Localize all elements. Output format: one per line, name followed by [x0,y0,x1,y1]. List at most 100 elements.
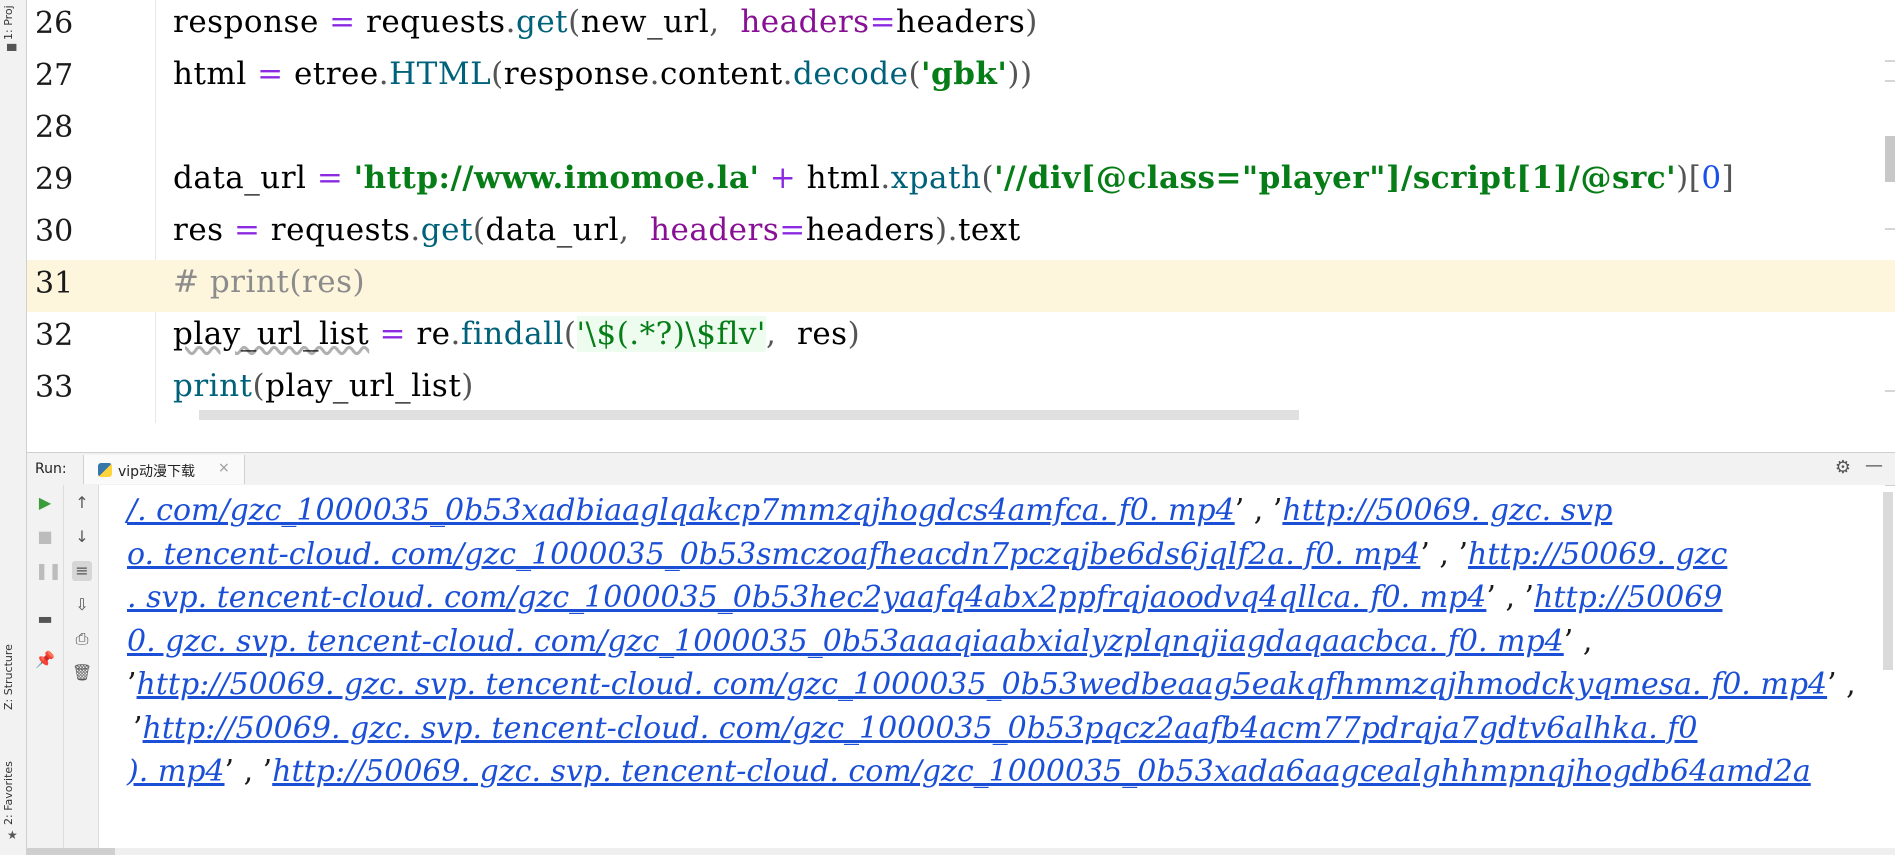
console-separator: ’ , ’ [1420,536,1469,572]
code-line[interactable]: 27 html = etree.HTML(response.content.dec… [27,52,1895,104]
code-text[interactable]: print(play_url_list) [173,368,474,404]
code-token: + [759,160,807,196]
code-token: , [765,316,798,352]
layout-icon[interactable]: ▬ [35,609,55,629]
code-token: headers [805,212,935,248]
code-line[interactable]: 26 response = requests.get(new_url, heade… [27,0,1895,52]
code-line[interactable]: 30 res = requests.get(data_url, headers=h… [27,208,1895,260]
code-token: ( [472,212,486,248]
code-token: . [378,56,390,92]
code-token: = [779,212,806,248]
console-line: o. tencent-cloud. com/gzc_1000035_0b53sm… [127,537,1727,572]
gear-icon[interactable]: ⚙ [1835,457,1851,478]
code-token: ) [1025,4,1038,40]
code-token: res [173,212,234,248]
pin-icon[interactable]: 📌 [35,650,55,670]
code-text[interactable]: html = etree.HTML(response.content.decod… [173,56,1033,92]
console-url-link[interactable]: o. tencent-cloud. com/gzc_1000035_0b53sm… [127,537,1420,572]
code-token: etree [293,56,379,92]
error-stripe-mark[interactable] [1885,228,1895,230]
code-text[interactable]: # print(res) [173,264,365,300]
error-stripe-mark[interactable] [1885,80,1895,82]
error-stripe-mark[interactable] [1885,60,1895,62]
console-url-link[interactable]: http://50069. gzc. svp. tencent-cloud. c… [272,754,1811,789]
console-url-link[interactable]: . svp. tencent-cloud. com/gzc_1000035_0b… [127,580,1486,615]
print-icon[interactable]: ⎙ [72,629,92,649]
console-output[interactable]: /. com/gzc_1000035_0b53xadbiaaglqakcp7mm… [99,485,1885,847]
code-text[interactable]: res = requests.get(data_url, headers=hea… [173,212,1021,248]
line-number: 33 [35,370,74,405]
console-separator: ’ , ’ [224,754,273,789]
run-config-tab[interactable]: vip动漫下载 × [83,455,245,484]
favorites-tool-button[interactable]: 2: Favorites [2,761,15,825]
code-token: '//div[@class="player"]/script[1]/@src' [994,160,1677,196]
editor-horizontal-scrollbar[interactable] [199,410,1299,420]
stop-icon[interactable]: ■ [35,527,55,547]
code-token: play_url_list [173,316,370,352]
trash-icon[interactable]: 🗑 [72,663,92,683]
console-horizontal-scrollbar[interactable] [27,848,1895,855]
code-token: ) [847,316,861,352]
run-tool-window-header: Run: vip动漫下载 × ⚙ — [27,452,1895,486]
code-line[interactable]: 28 [27,104,1895,156]
code-token: # print(res) [173,264,366,300]
code-token: )[ [1676,160,1702,196]
code-token: response [173,4,330,40]
code-line[interactable]: 29 data_url = 'http://www.imomoe.la' + ht… [27,156,1895,208]
console-url-link[interactable]: ). mp4 [127,754,225,789]
code-token: HTML [389,56,492,92]
run-label: Run: [35,461,67,477]
code-token: ( [981,160,995,196]
error-stripe-mark[interactable] [1885,390,1895,392]
console-url-link[interactable]: http://50069. gzc. svp [1282,493,1612,528]
run-tab-name: vip动漫下载 [118,464,196,480]
console-url-link[interactable]: /. com/gzc_1000035_0b53xadbiaaglqakcp7mm… [127,493,1235,528]
code-token: headers [740,4,870,40]
scrollbar-thumb[interactable] [27,848,115,855]
console-line: ’http://50069. gzc. svp. tencent-cloud. … [133,711,1698,746]
console-separator: ’ , [1563,623,1593,659]
code-token: data_url [173,160,317,196]
code-text[interactable]: play_url_list = re.findall('\$(.*?)\$flv… [173,316,860,352]
rerun-icon[interactable]: ▶ [35,493,55,513]
code-editor[interactable]: 26 response = requests.get(new_url, heade… [27,0,1895,452]
code-token: = [233,212,271,248]
scroll-to-end-icon[interactable]: ⇩ [72,595,92,615]
console-url-link[interactable]: http://50069. gzc. svp. tencent-cloud. c… [143,711,1698,746]
line-number: 27 [35,58,74,93]
console-url-link[interactable]: http://50069. gzc. svp. tencent-cloud. c… [137,667,1828,702]
code-token: new_url [580,4,710,40]
console-line: ). mp4’ , ’http://50069. gzc. svp. tence… [127,754,1811,789]
code-token: = [257,56,294,92]
project-tool-button[interactable]: 1: Proj [2,5,15,40]
code-token: ) [934,212,948,248]
console-line: /. com/gzc_1000035_0b53xadbiaaglqakcp7mm… [127,493,1612,528]
star-icon: ★ [7,828,18,842]
code-token: print [173,368,253,404]
code-text[interactable]: response = requests.get(new_url, headers… [173,4,1038,40]
pause-icon[interactable]: ❚❚ [35,561,62,581]
code-line[interactable]: 31 # print(res) [27,260,1895,312]
arrow-down-icon[interactable]: ↓ [72,527,92,547]
code-text[interactable]: data_url = 'http://www.imomoe.la' + html… [173,160,1734,196]
editor-vertical-scrollbar[interactable] [1885,136,1895,182]
code-token: text [957,212,1021,248]
minimize-icon[interactable]: — [1865,455,1883,476]
console-url-link[interactable]: http://50069 [1534,580,1722,615]
console-vertical-scrollbar[interactable] [1883,492,1893,670]
code-token: xpath [890,160,982,196]
code-token: findall [460,316,564,352]
close-icon[interactable]: × [218,460,230,476]
python-icon [98,463,112,477]
line-number: 32 [35,318,74,353]
line-number: 29 [35,162,74,197]
structure-tool-button[interactable]: Z: Structure [2,644,15,710]
console-url-link[interactable]: http://50069. gzc [1468,537,1727,572]
line-number: 28 [35,110,74,145]
soft-wrap-icon[interactable]: ≡ [72,561,92,581]
code-line[interactable]: 33 print(play_url_list) [27,364,1895,416]
console-url-link[interactable]: 0. gzc. svp. tencent-cloud. com/gzc_1000… [127,624,1564,659]
code-line[interactable]: 32 play_url_list = re.findall('\$(.*?)\$f… [27,312,1895,364]
code-token: = [316,160,354,196]
arrow-up-icon[interactable]: ↑ [72,493,92,513]
